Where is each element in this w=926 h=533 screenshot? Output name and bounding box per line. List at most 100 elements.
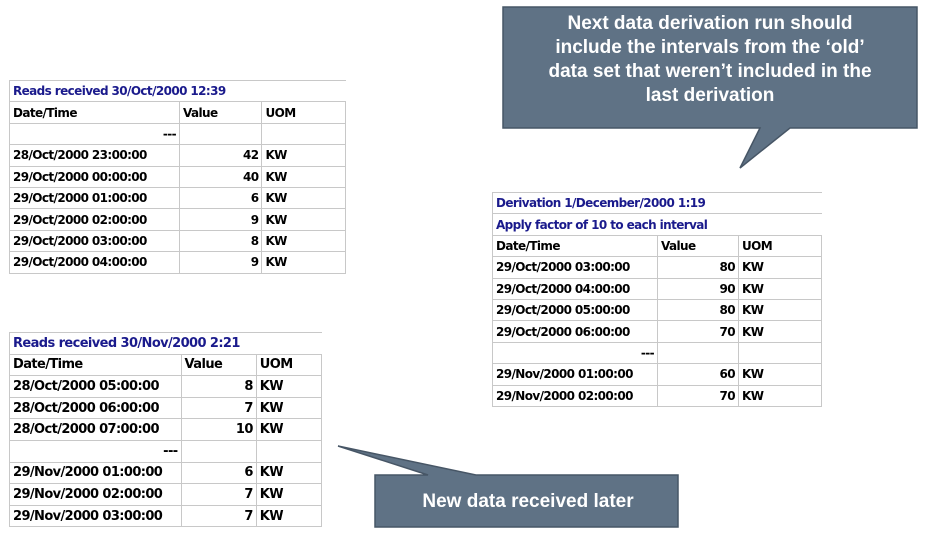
cell-value: 7 (180, 504, 257, 528)
cell-datetime: 29/Oct/2000 04:00:00 (9, 251, 180, 274)
cell-uom: KW (261, 229, 346, 253)
table-header-row: Date/Time Value UOM (9, 353, 323, 377)
cell-value: 10 (180, 418, 257, 441)
header-datetime: Date/Time (9, 353, 182, 377)
callout-line: Next data derivation run should (567, 13, 853, 34)
cell-value: 9 (178, 208, 263, 231)
cell-datetime: 29/Nov/2000 01:00:00 (9, 461, 182, 485)
cell-value: 42 (178, 144, 263, 167)
cell-uom: KW (255, 375, 323, 398)
ellipsis-row: --- (9, 439, 323, 463)
table-row: 29/Nov/2000 01:00:00 60 KW (492, 363, 822, 386)
cell-datetime: 29/Oct/2000 01:00:00 (9, 186, 180, 210)
table-row: 29/Oct/2000 01:00:00 6 KW (9, 186, 346, 210)
new-data-callout-text: New data received later (422, 491, 634, 512)
table-title-row: Derivation 1/December/2000 1:19 (492, 191, 822, 215)
table-row: 29/Oct/2000 02:00:00 9 KW (9, 208, 346, 231)
header-uom: UOM (255, 353, 323, 377)
table-row: 29/Oct/2000 05:00:00 80 KW (492, 298, 822, 322)
cell-uom: KW (255, 396, 323, 420)
cell-datetime: 29/Oct/2000 00:00:00 (9, 165, 180, 188)
cell-value: 40 (178, 165, 263, 188)
cell-value: 8 (178, 229, 263, 253)
cell-value: 9 (178, 251, 263, 274)
cell-value: 70 (657, 320, 739, 343)
cell-value: 8 (180, 375, 257, 398)
cell-value: 7 (180, 396, 257, 420)
cell-datetime: 28/Oct/2000 07:00:00 (9, 418, 182, 441)
cell-datetime: 28/Oct/2000 23:00:00 (9, 144, 180, 167)
cell-datetime: 29/Nov/2000 01:00:00 (492, 363, 658, 386)
cell-uom: KW (261, 251, 346, 274)
reads-october-table: Reads received 30/Oct/2000 12:39 Date/Ti… (9, 79, 346, 274)
table-header-row: Date/Time Value UOM (9, 101, 346, 124)
derivation-callout-text: Next data derivation run should include … (505, 12, 915, 108)
ellipsis-row: --- (492, 341, 822, 365)
table-header-row: Date/Time Value UOM (492, 234, 822, 258)
header-value: Value (180, 353, 257, 377)
cell-uom: KW (261, 186, 346, 210)
cell-value: 90 (657, 277, 739, 300)
cell-datetime: 29/Nov/2000 02:00:00 (9, 483, 182, 506)
cell-value: 6 (180, 461, 257, 485)
derivation-table: Derivation 1/December/2000 1:19 Apply fa… (492, 191, 822, 407)
cell-datetime: 29/Oct/2000 06:00:00 (492, 320, 658, 343)
cell-uom: KW (738, 256, 822, 279)
header-datetime: Date/Time (492, 234, 658, 258)
ellipsis: --- (9, 439, 182, 463)
table-subtitle: Apply factor of 10 to each interval (492, 213, 822, 236)
table-row: 29/Oct/2000 03:00:00 80 KW (492, 256, 822, 279)
table-title: Reads received 30/Oct/2000 12:39 (9, 79, 346, 103)
ellipsis: --- (492, 341, 658, 365)
cell-value: 6 (178, 186, 263, 210)
table-row: 28/Oct/2000 05:00:00 8 KW (9, 375, 323, 398)
cell-uom: KW (738, 320, 822, 343)
cell-datetime: 29/Oct/2000 02:00:00 (9, 208, 180, 231)
cell-datetime: 29/Nov/2000 03:00:00 (9, 504, 182, 528)
cell-uom: KW (255, 418, 323, 441)
header-uom: UOM (738, 234, 822, 258)
cell-datetime: 29/Oct/2000 03:00:00 (492, 256, 658, 279)
cell-uom: KW (255, 504, 323, 528)
table-row: 29/Oct/2000 00:00:00 40 KW (9, 165, 346, 188)
cell-datetime: 29/Nov/2000 02:00:00 (492, 384, 658, 407)
table-title-row: Reads received 30/Nov/2000 2:21 (9, 332, 322, 355)
table-row: 29/Oct/2000 06:00:00 70 KW (492, 320, 822, 343)
table-title: Reads received 30/Nov/2000 2:21 (9, 332, 322, 355)
table-row: 29/Nov/2000 01:00:00 6 KW (9, 461, 323, 485)
table-row: 29/Nov/2000 02:00:00 7 KW (9, 483, 323, 506)
table-row: 28/Oct/2000 07:00:00 10 KW (9, 418, 323, 441)
cell-uom: KW (261, 208, 346, 231)
cell-datetime: 29/Oct/2000 04:00:00 (492, 277, 658, 300)
table-row: 29/Nov/2000 03:00:00 7 KW (9, 504, 323, 528)
cell-uom: KW (255, 461, 323, 485)
cell-uom: KW (738, 277, 822, 300)
cell-value: 70 (657, 384, 739, 407)
cell-uom: KW (738, 384, 822, 407)
table-row: 29/Oct/2000 03:00:00 8 KW (9, 229, 346, 253)
cell-value: 80 (657, 256, 739, 279)
callout-line: last derivation (645, 85, 775, 106)
cell-value: 7 (180, 483, 257, 506)
cell-uom: KW (738, 363, 822, 386)
callout-line: include the intervals from the ‘old’ (555, 37, 865, 58)
cell-uom: KW (261, 144, 346, 167)
table-row: 28/Oct/2000 06:00:00 7 KW (9, 396, 323, 420)
ellipsis: --- (9, 122, 180, 146)
cell-value: 60 (657, 363, 739, 386)
table-row: 29/Oct/2000 04:00:00 90 KW (492, 277, 822, 300)
header-uom: UOM (261, 101, 346, 124)
table-row: 29/Nov/2000 02:00:00 70 KW (492, 384, 822, 407)
reads-november-table: Reads received 30/Nov/2000 2:21 Date/Tim… (9, 332, 323, 528)
table-row: 28/Oct/2000 23:00:00 42 KW (9, 144, 346, 167)
header-value: Value (178, 101, 263, 124)
table-title-row: Reads received 30/Oct/2000 12:39 (9, 79, 346, 103)
ellipsis-row: --- (9, 122, 346, 146)
cell-value: 80 (657, 298, 739, 322)
table-subtitle-row: Apply factor of 10 to each interval (492, 213, 822, 236)
cell-datetime: 29/Oct/2000 05:00:00 (492, 298, 658, 322)
cell-datetime: 29/Oct/2000 03:00:00 (9, 229, 180, 253)
cell-datetime: 28/Oct/2000 06:00:00 (9, 396, 182, 420)
cell-uom: KW (738, 298, 822, 322)
table-title: Derivation 1/December/2000 1:19 (492, 191, 822, 215)
